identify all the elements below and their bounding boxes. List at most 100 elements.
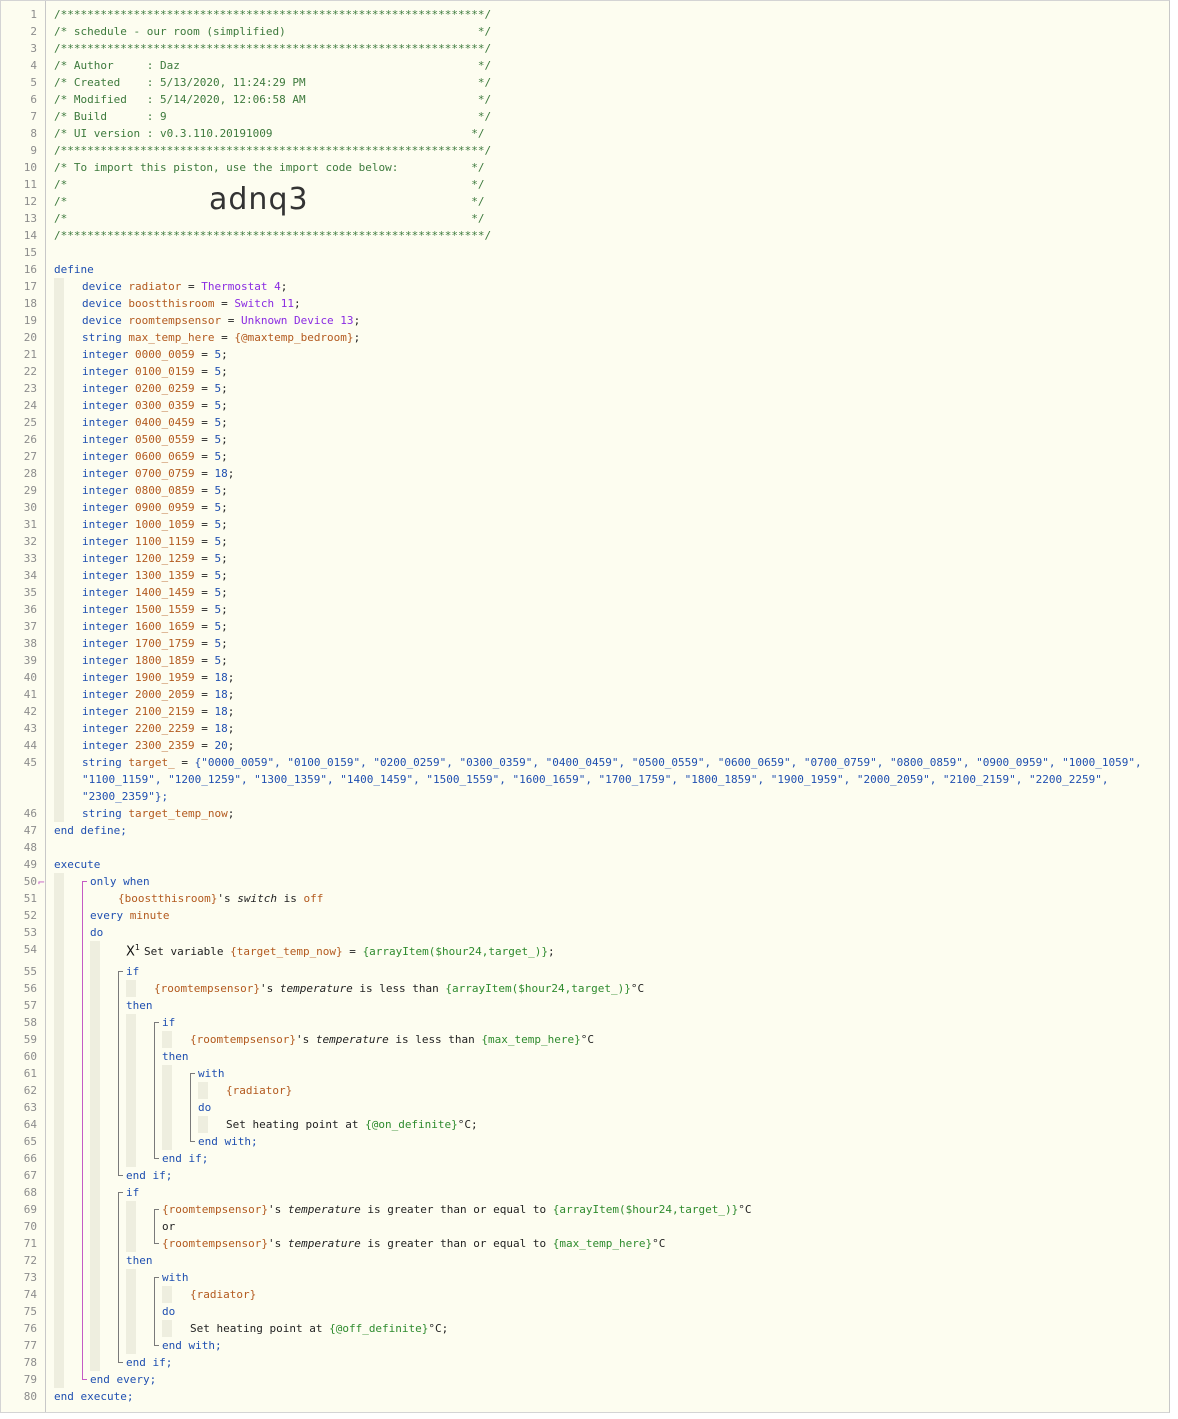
import-code[interactable]: adnq3 (209, 182, 309, 217)
indent-guide (198, 1082, 208, 1099)
set-heating-point: Set heating point at {@off_definite}°C; (190, 1322, 449, 1335)
execute-keyword: execute (54, 858, 101, 871)
integer-declaration: integer 0400_0459 = 5; (82, 416, 228, 429)
only-when: only when (90, 875, 150, 888)
block-bracket (154, 1022, 155, 1158)
integer-declaration: integer 1900_1959 = 18; (82, 671, 235, 684)
if-keyword: if (126, 965, 140, 978)
bracket-tick (154, 1209, 159, 1210)
integer-declaration: integer 0600_0659 = 5; (82, 450, 228, 463)
integer-declaration: integer 0100_0159 = 5; (82, 365, 228, 378)
device-ref: {radiator} (190, 1288, 257, 1301)
indent-guide (126, 1014, 136, 1167)
condition: {roomtempsensor}'s temperature is less t… (190, 1033, 595, 1046)
integer-declaration: integer 2100_2159 = 18; (82, 705, 235, 718)
end-if: end if; (162, 1152, 209, 1165)
condition: {roomtempsensor}'s temperature is greate… (162, 1203, 752, 1216)
indent-guide (90, 941, 100, 1371)
define-keyword: define (54, 263, 94, 276)
integer-declaration: integer 0500_0559 = 5; (82, 433, 228, 446)
piston-code-viewer: 1 2 3 4 5 6 7 8 9 10 11 12 13 14 15 16 17 18 19 20 21 22 23 24 2… (0, 0, 1170, 1413)
define-end: end define; (54, 824, 127, 837)
if-keyword: if (126, 1186, 140, 1199)
block-bracket (154, 1277, 155, 1345)
integer-declaration: integer 0000_0059 = 5; (82, 348, 228, 361)
end-with: end with; (198, 1135, 258, 1148)
integer-declaration: integer 1100_1159 = 5; (82, 535, 228, 548)
block-bracket (190, 1073, 191, 1141)
bracket-tick (118, 971, 123, 972)
bracket-tick (154, 1345, 159, 1346)
indent-guide (54, 278, 64, 822)
set-heating-point: Set heating point at {@on_definite}°C; (226, 1118, 478, 1131)
block-bracket (154, 1209, 155, 1243)
indent-guide (126, 1201, 136, 1252)
device-declaration: device radiator = Thermostat 4; (82, 280, 288, 293)
integer-declaration: integer 1600_1659 = 5; (82, 620, 228, 633)
string-declaration: string max_temp_here = {@maxtemp_bedroom… (82, 331, 361, 344)
then-keyword: then (162, 1050, 189, 1063)
execute-end: end execute; (54, 1390, 134, 1403)
array-declaration-cont: "1100_1159", "1200_1259", "1300_1359", "… (82, 773, 1109, 786)
comment-line: /***************************************… (54, 42, 492, 55)
end-with: end with; (162, 1339, 222, 1352)
device-declaration: device boostthisroom = Switch 11; (82, 297, 301, 310)
bracket-tick (154, 1158, 159, 1159)
indent-guide (126, 980, 136, 997)
array-declaration: string target_ = {"0000_0059", "0100_015… (82, 756, 1142, 769)
comment-line: /* To import this piston, use the import… (54, 161, 485, 174)
comment-line: /* Build : 9 */ (54, 110, 492, 123)
integer-declaration: integer 2300_2359 = 20; (82, 739, 235, 752)
comment-line: /***************************************… (54, 229, 492, 242)
indent-guide (54, 873, 64, 1388)
integer-declaration: integer 0300_0359 = 5; (82, 399, 228, 412)
if-keyword: if (162, 1016, 176, 1029)
then-keyword: then (126, 999, 153, 1012)
block-bracket (82, 881, 83, 1379)
indent-guide (162, 1031, 172, 1048)
then-keyword: then (126, 1254, 153, 1267)
restriction-pin-icon[interactable]: ⌐ (38, 876, 45, 889)
integer-declaration: integer 1800_1859 = 5; (82, 654, 228, 667)
integer-declaration: integer 0200_0259 = 5; (82, 382, 228, 395)
do-keyword: do (162, 1305, 176, 1318)
bracket-tick (154, 1022, 159, 1023)
comment-line: /* Modified : 5/14/2020, 12:06:58 AM */ (54, 93, 492, 106)
condition: {roomtempsensor}'s temperature is greate… (162, 1237, 666, 1250)
bracket-tick (190, 1141, 195, 1142)
bracket-tick (118, 1175, 123, 1176)
bracket-tick (154, 1277, 159, 1278)
integer-declaration: integer 1300_1359 = 5; (82, 569, 228, 582)
integer-declaration: integer 1000_1059 = 5; (82, 518, 228, 531)
array-declaration-cont: "2300_2359"}; (82, 790, 169, 803)
integer-declaration: integer 2000_2059 = 18; (82, 688, 235, 701)
comment-line: /* Author : Daz */ (54, 59, 492, 72)
end-every: end every; (90, 1373, 157, 1386)
device-ref: {radiator} (226, 1084, 293, 1097)
with-keyword: with (198, 1067, 225, 1080)
comment-line: /* UI version : v0.3.110.20191009 */ (54, 127, 485, 140)
bracket-tick (82, 1379, 87, 1380)
integer-declaration: integer 0700_0759 = 18; (82, 467, 235, 480)
indent-guide (126, 1269, 136, 1354)
comment-line: /* Created : 5/13/2020, 11:24:29 PM */ (54, 76, 492, 89)
integer-declaration: integer 1500_1559 = 5; (82, 603, 228, 616)
do-keyword: do (198, 1101, 212, 1114)
comment-line: /* schedule - our room (simplified) */ (54, 25, 492, 38)
bracket-tick (82, 881, 87, 882)
condition: {boostthisroom}'s switch is off (118, 892, 324, 905)
bracket-tick (118, 1362, 123, 1363)
device-declaration: device roomtempsensor = Unknown Device 1… (82, 314, 361, 327)
comment-line: /***************************************… (54, 144, 492, 157)
indent-guide (162, 1286, 172, 1303)
code-area: /***************************************… (1, 1, 1169, 1412)
bracket-tick (190, 1073, 195, 1074)
integer-declaration: integer 0900_0959 = 5; (82, 501, 228, 514)
comment-line: /***************************************… (54, 8, 492, 21)
do-keyword: do (90, 926, 104, 939)
variable-x-icon: X1 (126, 943, 140, 960)
every-minute: every minute (90, 909, 170, 922)
integer-declaration: integer 1200_1259 = 5; (82, 552, 228, 565)
integer-declaration: integer 1700_1759 = 5; (82, 637, 228, 650)
integer-declaration: integer 2200_2259 = 18; (82, 722, 235, 735)
